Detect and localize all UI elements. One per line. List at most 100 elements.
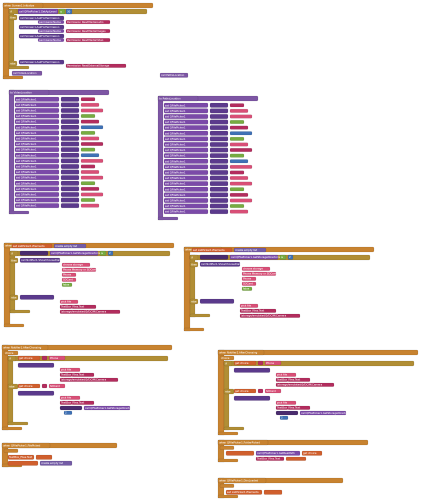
videolocation-proc-value-15[interactable] [80,181,96,186]
pathslocation-proc-field-6[interactable] [209,136,229,142]
videolocation-proc-value-17[interactable] [80,192,104,197]
pathslocation-proc-field-13[interactable] [209,175,229,181]
notifier1-afterchoosing-eq2[interactable] [41,383,48,389]
videolocation-proc-value-12[interactable] [80,164,96,169]
pathslocation-proc-value-2[interactable] [229,114,253,119]
videolocation-proc-value-14[interactable] [80,175,104,180]
videolocation-proc-value-5[interactable] [80,125,104,130]
videolocation-proc-value-11[interactable] [80,158,104,163]
pathslocation-proc-value-3[interactable] [229,120,245,124]
pathslocation-proc-field-16[interactable] [209,192,229,198]
videolocation-proc-value-13[interactable] [80,170,100,174]
notifier2-afterchoosing-pick1[interactable] [233,367,271,373]
videolocation-proc-field-5[interactable] [60,124,80,130]
videolocation-proc-value-1[interactable] [80,102,100,107]
pathslocation-proc-value-18[interactable] [229,204,245,208]
notifier1-afterchoosing-eq[interactable] [41,355,48,361]
videolocation-proc-value-9[interactable] [80,147,96,152]
videolocation-proc-field-6[interactable] [60,130,80,136]
folder-uri[interactable] [285,456,307,461]
pathslocation-proc-field-12[interactable] [209,170,229,175]
pathslocation-proc-field-1[interactable] [209,108,229,114]
pathslocation-proc-value-8[interactable] [229,148,253,152]
pathslocation-proc-value-12[interactable] [229,170,245,175]
pathslocation-proc-field-15[interactable] [209,186,229,192]
pathslocation-proc-field-9[interactable] [209,153,229,159]
get-filepath[interactable] [35,454,53,460]
pathslocation-proc-value-16[interactable] [229,192,249,197]
pathslocation-proc-field-18[interactable] [209,203,229,209]
pathslocation-proc-value-4[interactable] [229,125,249,130]
folderpicked-param[interactable] [219,445,235,450]
pathslocation-proc-field-0[interactable] [209,102,229,108]
videolocation-proc-value-10[interactable] [80,153,100,158]
videolocation-proc-field-14[interactable] [60,175,80,181]
pathslocation-proc-value-19[interactable] [229,209,249,214]
pathslocation-proc-field-11[interactable] [209,164,229,170]
videolocation-proc-value-18[interactable] [80,198,96,202]
videolocation-proc-value-8[interactable] [80,142,104,146]
button1-click-pickfile[interactable] [19,294,55,300]
pathslocation-proc-field-19[interactable] [209,209,229,215]
videolocation-proc-field-2[interactable] [60,108,80,113]
pathslocation-proc-value-11[interactable] [229,164,253,169]
pathslocation-proc-field-2[interactable] [209,114,229,119]
pathslocation-proc-field-17[interactable] [209,198,229,203]
pathslocation-proc-value-5[interactable] [229,131,253,136]
pathslocation-proc-field-5[interactable] [209,130,229,136]
button2-click-length-list[interactable] [199,254,229,260]
videolocation-proc-field-10[interactable] [60,152,80,158]
notifier2-afterchoosing-eq2[interactable] [257,388,264,394]
pathslocation-proc-value-9[interactable] [229,153,245,158]
videolocation-proc-value-19[interactable] [80,203,100,208]
pathslocation-proc-value-17[interactable] [229,198,253,203]
videolocation-proc-field-17[interactable] [60,192,80,197]
blocks-workspace[interactable]: when Screen1.Initialize if call QFilePicke… [0,0,435,500]
videolocation-proc-field-15[interactable] [60,180,80,186]
button2-click-pickfile[interactable] [199,298,235,304]
videolocation-proc-field-11[interactable] [60,158,80,164]
pathslocation-proc-value-0[interactable] [229,103,245,108]
set-folder-path[interactable] [225,450,255,456]
pathslocation-proc-field-14[interactable] [209,181,229,187]
videolocation-proc-field-9[interactable] [60,147,80,153]
videolocation-proc-field-19[interactable] [60,203,80,209]
set-listpicker-elements[interactable] [7,460,39,466]
pathslocation-proc-value-13[interactable] [229,176,249,180]
videolocation-proc-field-4[interactable] [60,119,80,125]
pathslocation-proc-value-15[interactable] [229,187,245,192]
videolocation-proc-field-13[interactable] [60,169,80,175]
notifier1-afterchoosing-select-list[interactable] [59,405,83,411]
videolocation-proc-field-12[interactable] [60,164,80,169]
videolocation-proc-field-3[interactable] [60,113,80,119]
pathslocation-proc-field-8[interactable] [209,147,229,153]
videolocation-proc-field-0[interactable] [60,96,80,102]
videolocation-proc-field-18[interactable] [60,197,80,203]
videolocation-proc-value-0[interactable] [80,97,96,102]
videolocation-proc-field-7[interactable] [60,136,80,141]
videolocation-proc-value-2[interactable] [80,108,104,113]
filepicked-param[interactable] [3,448,19,453]
videolocation-proc-value-3[interactable] [80,114,96,118]
videolocation-proc-field-8[interactable] [60,141,80,147]
notifier2-afterchoosing-select-list[interactable] [275,410,299,416]
videolocation-proc-value-7[interactable] [80,136,100,141]
pathslocation-proc-value-1[interactable] [229,108,249,113]
pathslocation-proc-value-14[interactable] [229,181,253,186]
videolocation-proc-value-6[interactable] [80,130,96,135]
pathslocation-proc-field-10[interactable] [209,158,229,164]
videolocation-proc-value-4[interactable] [80,119,100,124]
get-dirs[interactable] [263,489,283,495]
pathslocation-proc-field-4[interactable] [209,125,229,131]
pathslocation-proc-value-7[interactable] [229,142,249,147]
dirsloaded-param[interactable] [219,483,235,488]
videolocation-proc-field-16[interactable] [60,186,80,192]
pathslocation-proc-field-3[interactable] [209,119,229,125]
button1-click-length-list[interactable] [19,250,49,256]
pathslocation-proc-value-6[interactable] [229,136,245,141]
notifier1-afterchoosing-pick2[interactable] [17,390,55,396]
notifier2-afterchoosing-eq[interactable] [257,360,264,366]
pathslocation-proc-value-10[interactable] [229,159,249,164]
pathslocation-proc-field-7[interactable] [209,142,229,147]
videolocation-proc-value-16[interactable] [80,186,100,191]
